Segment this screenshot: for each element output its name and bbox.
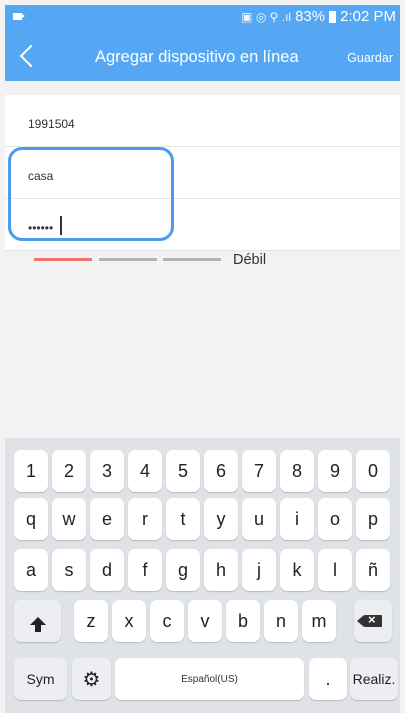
save-button[interactable]: Guardar bbox=[347, 51, 393, 65]
page-title: Agregar dispositivo en línea bbox=[95, 48, 299, 66]
key-t[interactable]: t bbox=[166, 498, 200, 540]
key-a[interactable]: a bbox=[14, 549, 48, 591]
key-b[interactable]: b bbox=[226, 600, 260, 642]
battery-icon bbox=[329, 10, 337, 23]
key-4[interactable]: 4 bbox=[128, 450, 162, 492]
strength-segment-3 bbox=[163, 258, 221, 261]
key-1[interactable]: 1 bbox=[14, 450, 48, 492]
space-key[interactable]: Español(US) bbox=[115, 658, 304, 700]
key-w[interactable]: w bbox=[52, 498, 86, 540]
status-indicators: ▣ ◎ ⚲ .ıl 83% 2:02 PM bbox=[241, 8, 396, 25]
key-y[interactable]: y bbox=[204, 498, 238, 540]
key-j[interactable]: j bbox=[242, 549, 276, 591]
key-r[interactable]: r bbox=[128, 498, 162, 540]
key-z[interactable]: z bbox=[74, 600, 108, 642]
key-i[interactable]: i bbox=[280, 498, 314, 540]
key-o[interactable]: o bbox=[318, 498, 352, 540]
key-0[interactable]: 0 bbox=[356, 450, 390, 492]
device-id-field[interactable]: 1991504 bbox=[5, 95, 400, 147]
device-id-value: 1991504 bbox=[28, 117, 75, 131]
key-6[interactable]: 6 bbox=[204, 450, 238, 492]
key-l[interactable]: l bbox=[318, 549, 352, 591]
nav-bar: Agregar dispositivo en línea Guardar bbox=[5, 29, 400, 81]
back-chevron-icon[interactable] bbox=[19, 44, 43, 68]
key-k[interactable]: k bbox=[280, 549, 314, 591]
key-n[interactable]: n bbox=[264, 600, 298, 642]
password-strength-meter: Débil bbox=[0, 248, 405, 270]
backspace-key[interactable] bbox=[354, 600, 392, 642]
key-d[interactable]: d bbox=[90, 549, 124, 591]
sym-key[interactable]: Sym bbox=[14, 658, 67, 700]
key-u[interactable]: u bbox=[242, 498, 276, 540]
key-ñ[interactable]: ñ bbox=[356, 549, 390, 591]
highlight-outline bbox=[8, 147, 174, 241]
key-m[interactable]: m bbox=[302, 600, 336, 642]
key-e[interactable]: e bbox=[90, 498, 124, 540]
key-5[interactable]: 5 bbox=[166, 450, 200, 492]
key-8[interactable]: 8 bbox=[280, 450, 314, 492]
key-9[interactable]: 9 bbox=[318, 450, 352, 492]
strength-label: Débil bbox=[233, 252, 267, 268]
shift-key[interactable] bbox=[14, 600, 61, 642]
status-mini-icons: ▣ ◎ ⚲ .ıl bbox=[241, 9, 292, 24]
backspace-icon bbox=[357, 612, 382, 627]
key-7[interactable]: 7 bbox=[242, 450, 276, 492]
key-q[interactable]: q bbox=[14, 498, 48, 540]
period-key[interactable]: . bbox=[309, 658, 347, 700]
settings-key[interactable]: ⚙ bbox=[72, 658, 111, 700]
key-h[interactable]: h bbox=[204, 549, 238, 591]
key-g[interactable]: g bbox=[166, 549, 200, 591]
strength-segment-1 bbox=[34, 258, 92, 261]
key-x[interactable]: x bbox=[112, 600, 146, 642]
onscreen-keyboard: Sym ⚙ Español(US) . Realiz. 1234567890 qw… bbox=[5, 438, 400, 713]
clock: 2:02 PM bbox=[340, 8, 396, 25]
key-s[interactable]: s bbox=[52, 549, 86, 591]
key-3[interactable]: 3 bbox=[90, 450, 124, 492]
shift-icon bbox=[29, 617, 46, 632]
key-f[interactable]: f bbox=[128, 549, 162, 591]
gear-icon: ⚙ bbox=[82, 668, 101, 691]
status-bar: ▣ ◎ ⚲ .ıl 83% 2:02 PM bbox=[5, 5, 400, 29]
enter-key[interactable]: Realiz. bbox=[350, 658, 398, 700]
camera-notification-icon bbox=[13, 13, 25, 20]
battery-percent: 83% bbox=[295, 8, 326, 25]
strength-segment-2 bbox=[99, 258, 157, 261]
key-2[interactable]: 2 bbox=[52, 450, 86, 492]
key-v[interactable]: v bbox=[188, 600, 222, 642]
key-p[interactable]: p bbox=[356, 498, 390, 540]
key-c[interactable]: c bbox=[150, 600, 184, 642]
app-header: ▣ ◎ ⚲ .ıl 83% 2:02 PM Agregar dispositiv… bbox=[5, 5, 400, 81]
